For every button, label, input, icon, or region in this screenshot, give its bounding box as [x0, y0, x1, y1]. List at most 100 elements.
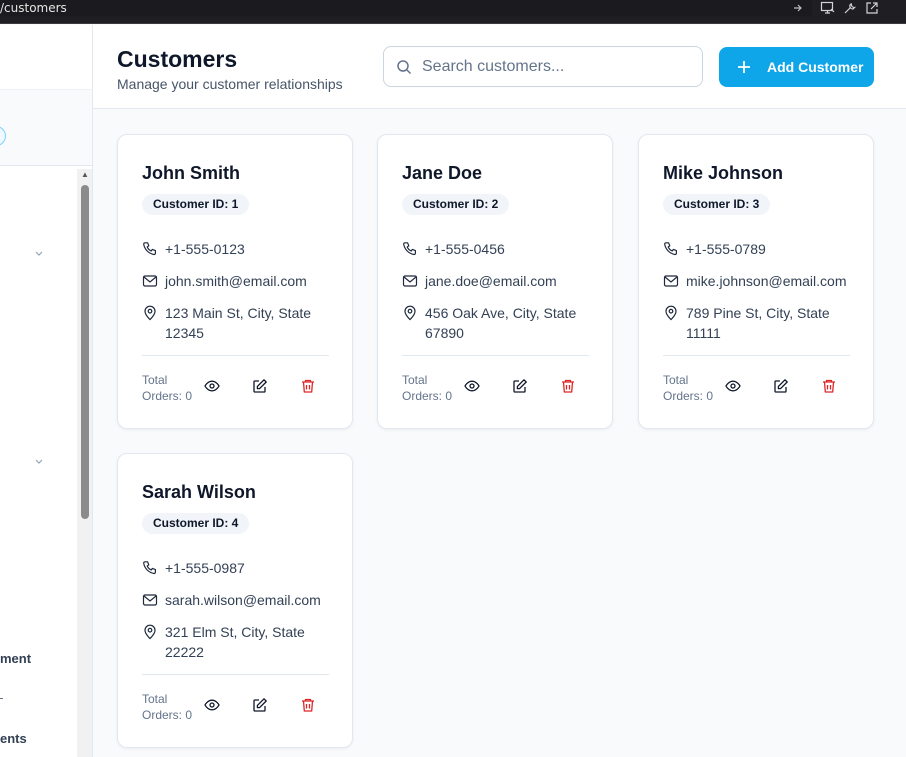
map-pin-icon	[404, 305, 416, 321]
trash-icon	[302, 379, 314, 393]
mail-icon	[142, 275, 158, 287]
page-title: Customers	[117, 46, 238, 72]
external-link-icon[interactable]	[864, 0, 880, 16]
customer-card: Jane Doe Customer ID: 2 +1-555-0456 jane…	[377, 134, 613, 429]
customer-phone: +1-555-0456	[425, 241, 505, 257]
add-customer-button[interactable]: Add Customer	[719, 47, 874, 87]
customer-card: John Smith Customer ID: 1 +1-555-0123 jo…	[117, 134, 353, 429]
customer-email[interactable]: mike.johnson@email.com	[686, 271, 847, 291]
delete-customer-button[interactable]	[298, 695, 318, 715]
mail-icon	[663, 275, 679, 287]
customer-address-line2: 67890	[425, 325, 464, 341]
view-customer-button[interactable]	[202, 376, 222, 396]
map-pin-icon	[665, 305, 677, 321]
eye-icon	[725, 380, 741, 392]
view-customer-button[interactable]	[462, 376, 482, 396]
customer-id-badge: Customer ID: 4	[142, 513, 250, 534]
customer-email[interactable]: jane.doe@email.com	[425, 271, 557, 291]
add-customer-label: Add Customer	[767, 59, 864, 75]
plus-icon	[738, 61, 750, 73]
mail-icon	[142, 594, 158, 606]
total-orders: Total Orders: 0	[142, 691, 198, 723]
total-orders-value: Orders: 0	[142, 389, 193, 403]
map-pin-icon	[144, 305, 156, 321]
total-orders-label: Total	[402, 373, 428, 387]
sidebar-scrollbar-thumb[interactable]	[81, 185, 89, 519]
customer-address-line1: 456 Oak Ave, City, State	[425, 305, 577, 321]
total-orders: Total Orders: 0	[142, 372, 198, 404]
phone-icon	[143, 561, 157, 575]
page-subtitle: Manage your customer relationships	[117, 76, 343, 92]
delete-customer-button[interactable]	[558, 376, 578, 396]
customer-email[interactable]: sarah.wilson@email.com	[165, 590, 321, 610]
total-orders-value: Orders: 0	[402, 389, 453, 403]
customer-id-badge: Customer ID: 2	[402, 194, 510, 215]
customer-id-badge: Customer ID: 1	[142, 194, 250, 215]
sidebar-divider	[0, 698, 3, 699]
eye-icon	[204, 380, 220, 392]
chevron-down-icon[interactable]	[33, 455, 45, 467]
phone-icon	[664, 242, 678, 256]
customer-name: Mike Johnson	[663, 163, 784, 183]
screen-cast-icon[interactable]	[820, 0, 836, 16]
trash-icon	[823, 379, 835, 393]
eye-icon	[204, 699, 220, 711]
mail-icon	[402, 275, 418, 287]
customer-phone: +1-555-0987	[165, 560, 245, 576]
customer-address-line1: 321 Elm St, City, State	[165, 624, 305, 640]
chevron-down-icon[interactable]	[33, 247, 45, 259]
go-arrow-icon[interactable]	[790, 0, 806, 16]
delete-customer-button[interactable]	[819, 376, 839, 396]
customer-name: John Smith	[142, 163, 240, 183]
sidebar-item-label[interactable]: ents	[0, 731, 27, 746]
trash-icon	[562, 379, 574, 393]
search-box[interactable]	[383, 46, 703, 87]
edit-icon	[253, 379, 267, 393]
search-input[interactable]	[422, 55, 692, 79]
customer-phone: +1-555-0789	[686, 241, 766, 257]
eye-icon	[464, 380, 480, 392]
scroll-up-arrow-icon[interactable]: ▲	[80, 170, 90, 180]
trash-icon	[302, 698, 314, 712]
view-customer-button[interactable]	[723, 376, 743, 396]
total-orders-label: Total	[142, 373, 168, 387]
total-orders: Total Orders: 0	[402, 372, 458, 404]
delete-customer-button[interactable]	[298, 376, 318, 396]
customer-address-line2: 22222	[165, 644, 204, 660]
customer-address-line2: 12345	[165, 325, 204, 341]
edit-customer-button[interactable]	[250, 695, 270, 715]
map-pin-icon	[144, 624, 156, 640]
customer-phone: +1-555-0123	[165, 241, 245, 257]
total-orders-label: Total	[142, 692, 168, 706]
card-divider	[402, 355, 589, 356]
phone-icon	[143, 242, 157, 256]
edit-customer-button[interactable]	[771, 376, 791, 396]
edit-customer-button[interactable]	[250, 376, 270, 396]
browser-bar: /customers	[0, 0, 906, 24]
view-customer-button[interactable]	[202, 695, 222, 715]
sidebar: ▲ ment ents	[0, 25, 93, 757]
wrench-icon[interactable]	[842, 0, 858, 16]
edit-icon	[774, 379, 788, 393]
customer-address-line2: 11111	[686, 325, 721, 341]
sidebar-profile-band	[0, 89, 92, 166]
customer-address-line1: 789 Pine St, City, State	[686, 305, 830, 321]
customer-card: Mike Johnson Customer ID: 3 +1-555-0789 …	[638, 134, 874, 429]
edit-icon	[253, 698, 267, 712]
customer-address-line1: 123 Main St, City, State	[165, 305, 312, 321]
customer-name: Sarah Wilson	[142, 482, 256, 502]
customer-email[interactable]: john.smith@email.com	[165, 271, 307, 291]
customer-name: Jane Doe	[402, 163, 483, 183]
search-icon	[397, 60, 412, 75]
sidebar-item-label[interactable]: ment	[0, 651, 31, 666]
edit-customer-button[interactable]	[510, 376, 530, 396]
card-divider	[663, 355, 850, 356]
url-field[interactable]: /customers	[0, 0, 812, 16]
phone-icon	[403, 242, 417, 256]
card-divider	[142, 355, 329, 356]
page-header: Customers Manage your customer relations…	[93, 25, 906, 109]
total-orders-value: Orders: 0	[663, 389, 714, 403]
card-divider	[142, 674, 329, 675]
customer-card: Sarah Wilson Customer ID: 4 +1-555-0987 …	[117, 453, 353, 748]
edit-icon	[513, 379, 527, 393]
